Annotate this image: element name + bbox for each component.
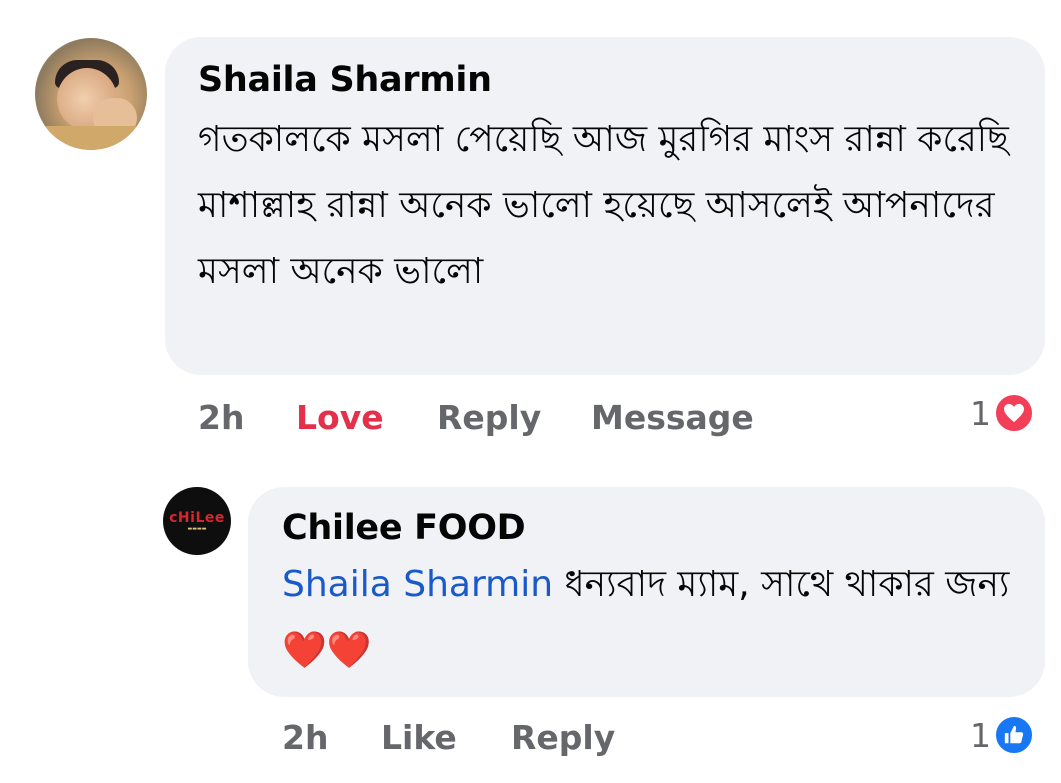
comment-reaction-summary[interactable]: 1	[970, 393, 1034, 433]
comment-author-name[interactable]: Shaila Sharmin	[198, 60, 492, 100]
reply-author-name[interactable]: Chilee FOOD	[282, 508, 526, 548]
reaction-count: 1	[970, 715, 991, 755]
comment-text: গতকালকে মসলা পেয়েছি আজ মুরগির মাংস রান্…	[198, 119, 1009, 292]
message-button[interactable]: Message	[591, 398, 754, 437]
reply-text: Shaila Sharmin ধন্যবাদ ম্যাম, সাথে থাকার…	[282, 552, 1022, 684]
avatar-shirt	[35, 126, 147, 150]
avatar-chilee-food[interactable]: cHiLee ▬▬▬▬	[163, 487, 231, 555]
chilee-logo-tagline: ▬▬▬▬	[187, 525, 207, 532]
love-reaction-button[interactable]: Love	[296, 398, 384, 437]
reply-timestamp[interactable]: 2h	[282, 718, 328, 757]
chilee-logo: cHiLee	[169, 509, 225, 526]
reply-bubble: Chilee FOOD Shaila Sharmin ধন্যবাদ ম্যাম…	[248, 487, 1045, 697]
thumbs-up-icon	[994, 715, 1034, 755]
reply-button[interactable]: Reply	[511, 718, 615, 757]
reply-reaction-summary[interactable]: 1	[970, 715, 1034, 755]
reaction-count: 1	[970, 393, 991, 433]
mention-link[interactable]: Shaila Sharmin	[282, 564, 553, 605]
comment-timestamp[interactable]: 2h	[198, 398, 244, 437]
comment-actions: 2h Love Reply Message	[0, 398, 1061, 442]
reply-actions: 2h Like Reply	[0, 718, 1061, 762]
reply-button[interactable]: Reply	[437, 398, 541, 437]
comment-bubble: Shaila Sharmin গতকালকে মসলা পেয়েছি আজ ম…	[165, 37, 1045, 375]
like-button[interactable]: Like	[381, 718, 457, 757]
avatar-shaila-sharmin[interactable]	[35, 38, 147, 150]
heart-icon	[994, 393, 1034, 433]
